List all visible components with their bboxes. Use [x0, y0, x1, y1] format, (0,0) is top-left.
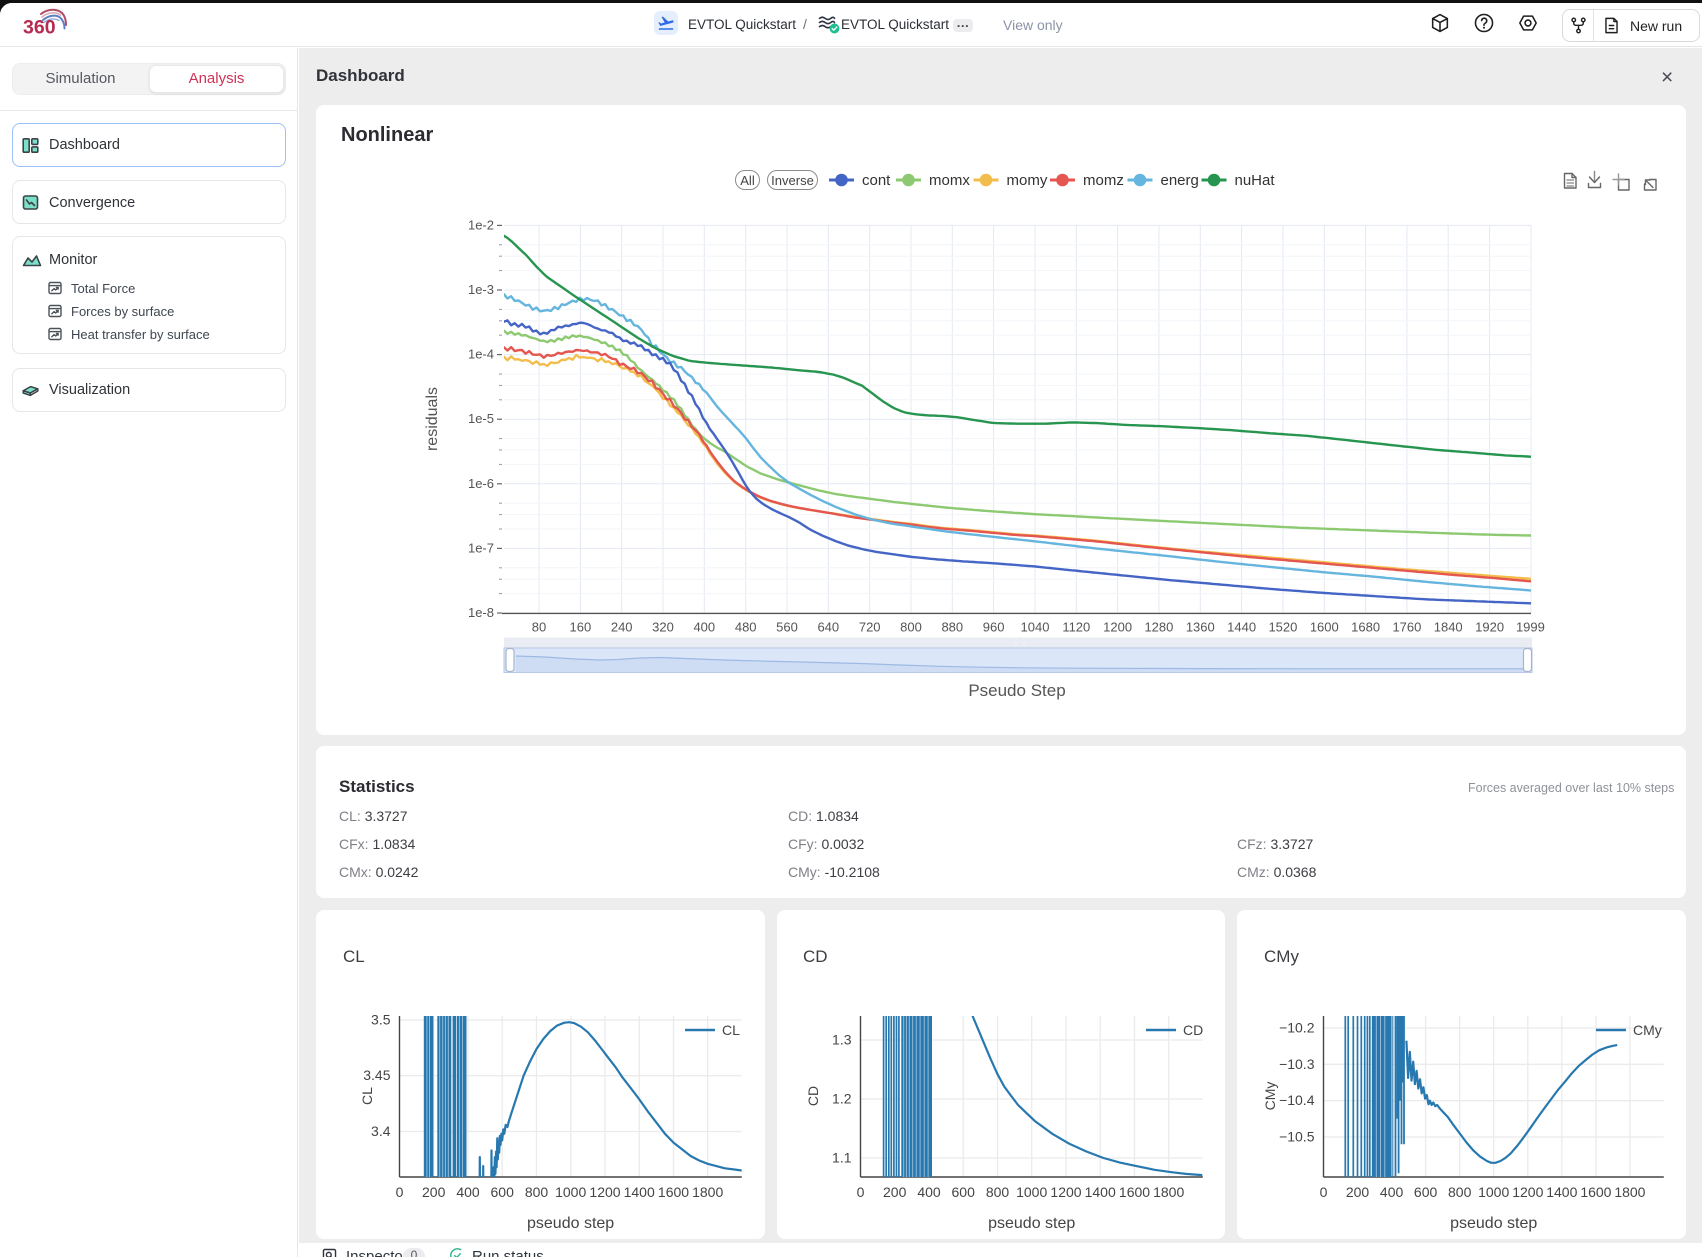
svg-text:600: 600 [952, 1184, 976, 1200]
svg-text:1040: 1040 [1021, 619, 1050, 634]
svg-text:1e-4: 1e-4 [468, 347, 494, 362]
svg-text:1360: 1360 [1186, 619, 1215, 634]
svg-text:CMy: CMy [1633, 1022, 1662, 1038]
svg-text:1000: 1000 [1016, 1184, 1047, 1200]
svg-text:800: 800 [900, 619, 922, 634]
svg-text:1.2: 1.2 [832, 1091, 852, 1107]
svg-text:1200: 1200 [1512, 1184, 1543, 1200]
svg-text:⋮⋮: ⋮⋮ [1012, 638, 1028, 647]
svg-text:1600: 1600 [1119, 1184, 1150, 1200]
svg-text:pseudo step: pseudo step [1450, 1215, 1537, 1232]
svg-text:1e-7: 1e-7 [468, 540, 494, 555]
svg-text:energ: energ [1161, 172, 1199, 189]
svg-text:Pseudo Step: Pseudo Step [968, 681, 1065, 700]
svg-text:160: 160 [570, 619, 592, 634]
svg-text:200: 200 [422, 1184, 446, 1200]
svg-text:560: 560 [776, 619, 798, 634]
svg-text:1999: 1999 [1516, 619, 1545, 634]
svg-text:320: 320 [652, 619, 674, 634]
svg-text:1800: 1800 [1153, 1184, 1184, 1200]
svg-text:200: 200 [883, 1184, 907, 1200]
svg-text:1600: 1600 [658, 1184, 689, 1200]
svg-text:−10.4: −10.4 [1279, 1092, 1315, 1108]
svg-text:1120: 1120 [1062, 619, 1090, 634]
svg-text:200: 200 [1346, 1184, 1370, 1200]
svg-text:CD: CD [1183, 1022, 1203, 1038]
svg-text:CL: CL [722, 1022, 740, 1038]
svg-text:1600: 1600 [1310, 619, 1339, 634]
svg-text:1e-2: 1e-2 [468, 217, 494, 232]
svg-text:1840: 1840 [1434, 619, 1463, 634]
svg-text:1200: 1200 [1050, 1184, 1081, 1200]
svg-text:960: 960 [983, 619, 1005, 634]
svg-text:nuHat: nuHat [1235, 172, 1276, 189]
svg-text:800: 800 [525, 1184, 549, 1200]
svg-text:1800: 1800 [692, 1184, 723, 1200]
svg-text:640: 640 [817, 619, 839, 634]
svg-text:1760: 1760 [1392, 619, 1421, 634]
svg-text:CD: CD [805, 1086, 821, 1106]
svg-text:cont: cont [862, 172, 891, 189]
svg-text:−10.3: −10.3 [1279, 1056, 1315, 1072]
svg-text:800: 800 [986, 1184, 1010, 1200]
svg-text:1e-6: 1e-6 [468, 476, 494, 491]
svg-text:1680: 1680 [1351, 619, 1380, 634]
svg-text:480: 480 [735, 619, 757, 634]
svg-text:3.5: 3.5 [371, 1012, 391, 1028]
svg-text:3.45: 3.45 [363, 1067, 390, 1083]
svg-text:−10.5: −10.5 [1279, 1129, 1315, 1145]
svg-text:1400: 1400 [1085, 1184, 1116, 1200]
svg-text:3.4: 3.4 [371, 1123, 391, 1139]
svg-text:80: 80 [532, 619, 546, 634]
svg-text:1e-5: 1e-5 [468, 411, 494, 426]
svg-text:1200: 1200 [1103, 619, 1132, 634]
svg-text:240: 240 [611, 619, 633, 634]
svg-text:400: 400 [456, 1184, 480, 1200]
svg-text:residuals: residuals [424, 387, 441, 451]
svg-text:CL: CL [359, 1087, 375, 1105]
svg-text:0: 0 [396, 1184, 404, 1200]
svg-text:1e-8: 1e-8 [468, 605, 494, 620]
svg-text:0: 0 [1320, 1184, 1328, 1200]
svg-text:1280: 1280 [1144, 619, 1173, 634]
svg-text:880: 880 [941, 619, 963, 634]
svg-text:1e-3: 1e-3 [468, 282, 494, 297]
svg-text:400: 400 [693, 619, 715, 634]
svg-text:720: 720 [859, 619, 881, 634]
svg-text:1000: 1000 [1478, 1184, 1509, 1200]
svg-text:1600: 1600 [1580, 1184, 1611, 1200]
svg-text:momz: momz [1083, 172, 1124, 189]
svg-text:1.3: 1.3 [832, 1032, 852, 1048]
svg-text:1520: 1520 [1268, 619, 1297, 634]
svg-text:momx: momx [929, 172, 970, 189]
svg-text:CMy: CMy [1262, 1082, 1278, 1111]
svg-text:1800: 1800 [1614, 1184, 1645, 1200]
svg-text:1200: 1200 [589, 1184, 620, 1200]
svg-text:pseudo step: pseudo step [988, 1215, 1075, 1232]
svg-text:400: 400 [917, 1184, 941, 1200]
svg-text:400: 400 [1380, 1184, 1404, 1200]
svg-text:1000: 1000 [555, 1184, 586, 1200]
svg-text:−10.2: −10.2 [1279, 1020, 1315, 1036]
svg-text:1920: 1920 [1475, 619, 1504, 634]
svg-text:1400: 1400 [1546, 1184, 1577, 1200]
svg-text:pseudo step: pseudo step [527, 1215, 614, 1232]
svg-text:0: 0 [857, 1184, 865, 1200]
svg-text:1400: 1400 [624, 1184, 655, 1200]
svg-text:1440: 1440 [1227, 619, 1256, 634]
svg-text:momy: momy [1007, 172, 1048, 189]
svg-text:800: 800 [1448, 1184, 1472, 1200]
svg-text:600: 600 [491, 1184, 515, 1200]
svg-text:600: 600 [1414, 1184, 1438, 1200]
svg-text:1.1: 1.1 [832, 1150, 852, 1166]
